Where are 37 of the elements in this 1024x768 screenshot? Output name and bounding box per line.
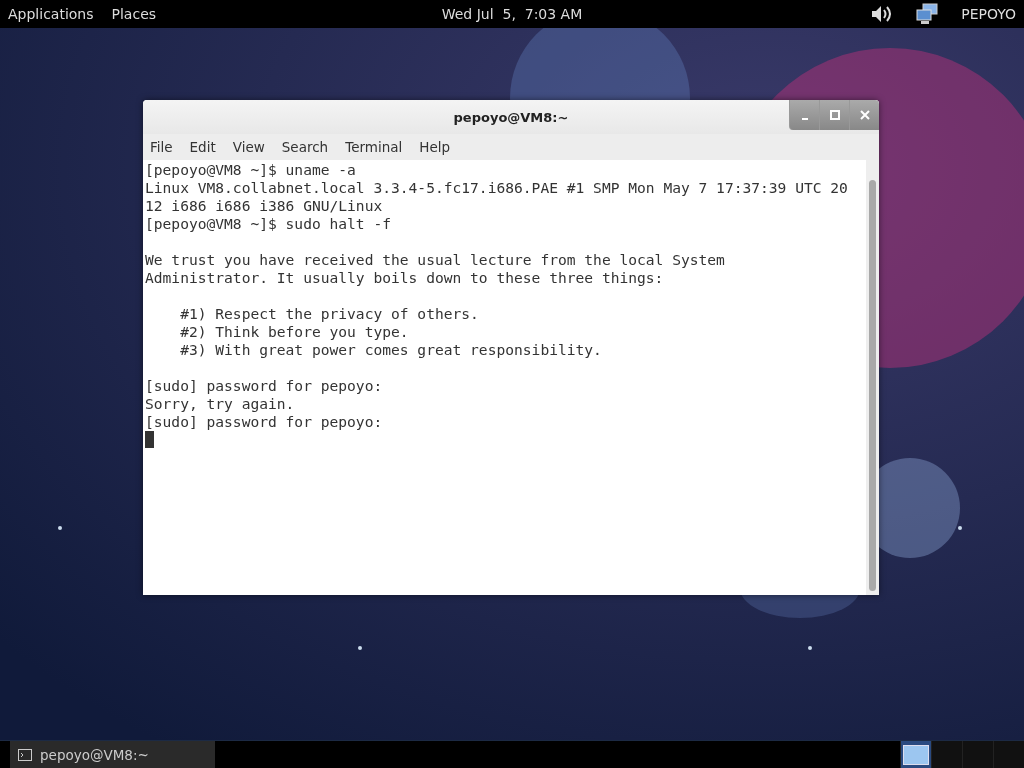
menu-item[interactable]: Terminal: [345, 139, 403, 155]
user-menu[interactable]: PEPOYO: [961, 6, 1016, 22]
terminal-line: Linux VM8.collabnet.local 3.3.4-5.fc17.i686.PAE #1 SMP Mon May 7 17:37:39 UTC 20: [145, 179, 849, 197]
close-icon: [859, 110, 870, 120]
terminal-line: We trust you have received the usual lecture from the local System: [145, 251, 726, 269]
menu-item[interactable]: Edit: [189, 139, 216, 155]
terminal-line: #2) Think before you type.: [179, 323, 410, 341]
menu-item[interactable]: File: [150, 139, 173, 155]
minimize-button[interactable]: [789, 100, 819, 130]
scrollbar[interactable]: [866, 160, 879, 595]
menu-item[interactable]: View: [232, 139, 265, 155]
top-bar-menu[interactable]: Applications: [8, 6, 94, 22]
terminal-line: Administrator. It usually boils down to these three things:: [145, 269, 665, 287]
terminal-line: [sudo] password for pepoyo:: [145, 377, 384, 395]
top-bar-menu[interactable]: Places: [111, 6, 157, 22]
terminal-line: Sorry, try again.: [145, 395, 296, 413]
window-title: pepoyo@VM8:~: [453, 109, 569, 125]
maximize-icon: [829, 110, 840, 120]
minimize-icon: [801, 118, 808, 120]
volume-icon[interactable]: [871, 4, 894, 24]
scrollbar-thumb[interactable]: [869, 180, 876, 591]
clock[interactable]: Wed Jul 5, 7:03 AM: [441, 6, 583, 22]
terminal-icon: [18, 748, 32, 761]
task-button[interactable]: pepoyo@VM8:~: [10, 741, 215, 768]
menu-item[interactable]: Help: [419, 139, 451, 155]
terminal-line: [sudo] password for pepoyo:: [145, 413, 384, 431]
maximize-button[interactable]: [819, 100, 849, 130]
terminal-line: #3) With great power comes great responsibility.: [179, 341, 603, 359]
workspace-button[interactable]: [900, 741, 931, 768]
terminal-line: 12 i686 i686 i386 GNU/Linux: [145, 197, 384, 215]
terminal-line: [pepoyo@VM8 ~]$ sudo halt -f: [145, 215, 392, 233]
terminal-line: #1) Respect the privacy of others.: [179, 305, 480, 323]
menu-item[interactable]: Search: [281, 139, 329, 155]
close-button[interactable]: [849, 100, 879, 130]
terminal-line: [pepoyo@VM8 ~]$ uname -a: [145, 161, 357, 179]
text-cursor: [145, 431, 154, 448]
network-icon[interactable]: [915, 3, 940, 25]
